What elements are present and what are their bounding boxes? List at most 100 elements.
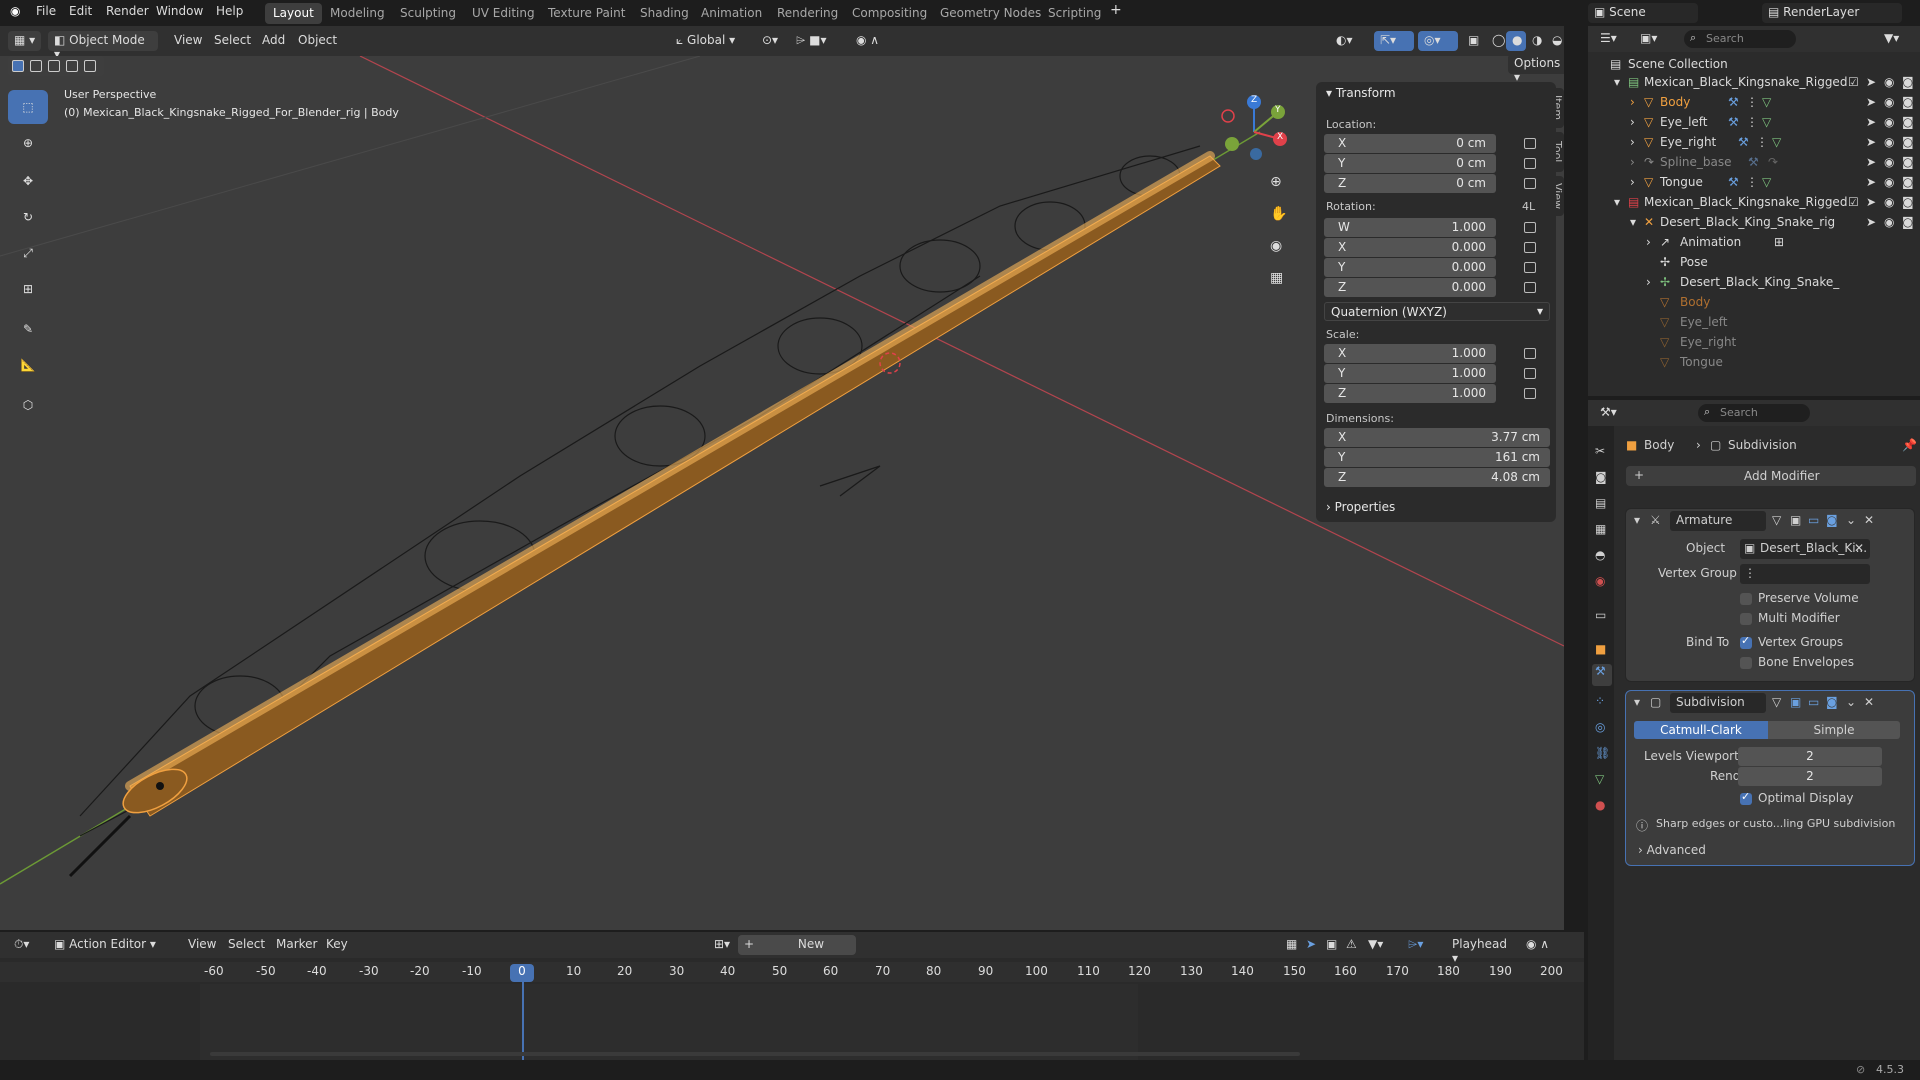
menu-edit[interactable]: Edit (69, 4, 92, 18)
list-item[interactable]: › ↗ Animation ⊞ (1588, 232, 1920, 252)
bone-envelopes-checkbox[interactable] (1740, 657, 1752, 669)
rotation-y-field[interactable]: Y 0.000 (1324, 258, 1496, 277)
menu-render[interactable]: Render (106, 4, 149, 18)
location-x-field[interactable]: X0 cm (1324, 134, 1496, 153)
list-item[interactable]: ▾ ▤ Mexican_Black_Kingsnake_Rigged ☑ ➤ ◉ ◙ (1588, 192, 1920, 212)
vertex-groups-checkbox[interactable] (1740, 634, 1752, 649)
add-modifier-button[interactable]: + Add Modifier (1626, 466, 1916, 486)
proportional-edit-icon[interactable]: ◉ ∧ (1520, 935, 1555, 955)
physics-tab-icon[interactable]: ◎ (1595, 720, 1605, 734)
playhead-line[interactable] (522, 982, 524, 1060)
new-action-button[interactable]: + New (738, 935, 856, 955)
tool-tab-icon[interactable]: ✂ (1595, 444, 1605, 458)
rotation-mode-select[interactable]: Quaternion (WXYZ) ▾ (1324, 302, 1550, 321)
render-tab-icon[interactable]: ◙ (1595, 470, 1607, 484)
dimensions-z-field[interactable]: Z 4.08 cm (1324, 468, 1550, 487)
modifier-tab-icon[interactable]: ⚒ (1592, 664, 1612, 686)
menu-help[interactable]: Help (216, 4, 243, 18)
dimensions-x-field[interactable]: X 3.77 cm (1324, 428, 1550, 447)
list-item[interactable]: ▾ ✕ Desert_Black_King_Snake_rig ➤ ◉ ◙ (1588, 212, 1920, 232)
viewport-display-icon[interactable]: ▭ (1808, 695, 1819, 709)
chevron-down-icon[interactable]: ⌄ (1846, 513, 1856, 527)
list-item[interactable]: ▽ Eye_left (1588, 312, 1920, 332)
shading-rendered-icon[interactable]: ◒ (1546, 31, 1564, 51)
shading-material-icon[interactable]: ◑ (1526, 31, 1546, 51)
constraints-tab-icon[interactable]: ⛓ (1595, 746, 1610, 760)
lock-icon[interactable] (1524, 368, 1536, 379)
close-icon[interactable]: ✕ (1864, 695, 1874, 709)
editor-type-button[interactable]: ▦ ▾ (8, 31, 42, 51)
lock-icon[interactable] (1524, 348, 1536, 359)
action-browse-icon[interactable]: ⊞▾ (708, 935, 736, 955)
select-extend-icon[interactable] (30, 60, 42, 72)
cage-icon[interactable]: ▣ (1790, 513, 1801, 527)
lock-icon[interactable] (1524, 178, 1536, 189)
list-item[interactable]: ▾ ▤ Mexican_Black_Kingsnake_Rigged ☑ ➤ ◉ ◙ (1588, 72, 1920, 92)
render-display-icon[interactable]: ◙ (1826, 513, 1838, 527)
navigation-gizmo[interactable]: Z Y X (1220, 92, 1290, 162)
tab-animation[interactable]: Animation (693, 3, 770, 24)
menu-select[interactable]: Select (222, 935, 271, 955)
lock-icon[interactable] (1524, 222, 1536, 233)
filter-icon[interactable]: ▼▾ (1362, 935, 1389, 955)
advanced-toggle[interactable]: › Advanced (1638, 843, 1706, 857)
menu-object[interactable]: Object (292, 31, 343, 51)
list-item[interactable]: ▽ Tongue (1588, 352, 1920, 372)
optimal-display-checkbox[interactable] (1740, 790, 1752, 805)
view-layer-tab-icon[interactable]: ▦ (1595, 522, 1606, 536)
xray-icon[interactable]: ▣ (1462, 31, 1484, 51)
snapping-icon[interactable]: ⌲▾ (1402, 935, 1429, 955)
scale-y-field[interactable]: Y 1.000 (1324, 364, 1496, 383)
lock-icon[interactable] (1524, 262, 1536, 273)
select-subtract-icon[interactable] (48, 60, 60, 72)
tab-scripting[interactable]: Scripting (1040, 3, 1109, 24)
world-tab-icon[interactable]: ◉ (1595, 574, 1605, 588)
tab-uv-editing[interactable]: UV Editing (464, 3, 543, 24)
outliner-editor-type-icon[interactable]: ☰▾ (1594, 29, 1623, 49)
list-item[interactable]: › ▽ Eye_right ⚒ ⋮ ▽ ➤ ◉ ◙ (1588, 132, 1920, 152)
simple-button[interactable]: Simple (1768, 721, 1900, 739)
multi-modifier-checkbox[interactable] (1740, 613, 1752, 625)
select-intersect-icon[interactable] (84, 60, 96, 72)
show-hidden-icon[interactable]: ➤ (1300, 935, 1322, 955)
warning-icon[interactable]: ⚠ (1340, 935, 1363, 955)
menu-view[interactable]: View (168, 31, 208, 51)
tab-compositing[interactable]: Compositing (844, 3, 935, 24)
tab-rendering[interactable]: Rendering (769, 3, 846, 24)
horizontal-scrollbar[interactable] (210, 1052, 1300, 1056)
menu-file[interactable]: File (36, 4, 56, 18)
output-tab-icon[interactable]: ▤ (1595, 496, 1606, 510)
catmull-clark-button[interactable]: Catmull-Clark (1634, 721, 1768, 739)
material-tab-icon[interactable]: ● (1595, 798, 1605, 812)
render-display-icon[interactable]: ◙ (1826, 695, 1838, 709)
shading-wireframe-icon[interactable]: ◯ (1486, 31, 1506, 51)
menu-marker[interactable]: Marker (270, 935, 323, 955)
render-levels-field[interactable]: 2 (1738, 767, 1882, 786)
dimensions-y-field[interactable]: Y 161 cm (1324, 448, 1550, 467)
measure-tool-icon[interactable]: 📐 (8, 348, 48, 382)
menu-view[interactable]: View (182, 935, 222, 955)
scale-z-field[interactable]: Z 1.000 (1324, 384, 1496, 403)
chevron-down-icon[interactable]: ▾ (1634, 513, 1640, 527)
edit-mode-icon[interactable]: ▽ (1772, 513, 1781, 527)
preserve-volume-checkbox[interactable] (1740, 593, 1752, 605)
data-tab-icon[interactable]: ▽ (1595, 772, 1604, 786)
list-item[interactable]: ▤ Scene Collection (1588, 54, 1920, 74)
display-mode-icon[interactable]: ▣▾ (1634, 29, 1663, 49)
action-editor-type-icon[interactable]: ⏱▾ (8, 935, 35, 955)
properties-search-input[interactable]: ⌕ Search (1698, 404, 1810, 422)
proportional-edit-icon[interactable]: ◉ ∧ (850, 31, 894, 51)
lock-icon[interactable] (1524, 138, 1536, 149)
armature-name-field[interactable]: Armature (1670, 511, 1766, 531)
rotation-lock-4l[interactable]: 4L (1522, 200, 1535, 213)
subdivision-name-field[interactable]: Subdivision (1670, 693, 1766, 713)
list-item[interactable]: › ▽ Body ⚒ ⋮ ▽ ➤ ◉ ◙ (1588, 92, 1920, 112)
edit-mode-icon[interactable]: ▽ (1772, 695, 1781, 709)
armature-object-field[interactable]: ▣ Desert_Black_Ki... ✕ (1740, 539, 1870, 559)
location-y-field[interactable]: Y0 cm (1324, 154, 1496, 173)
editor-mode-select[interactable]: ▣ Action Editor ▾ (48, 935, 168, 955)
close-icon[interactable]: ✕ (1864, 513, 1874, 527)
scale-tool-icon[interactable]: ⤢ (8, 236, 48, 270)
chevron-down-icon[interactable]: ⌄ (1846, 695, 1856, 709)
camera-view-icon[interactable]: ◉ (1270, 238, 1282, 254)
